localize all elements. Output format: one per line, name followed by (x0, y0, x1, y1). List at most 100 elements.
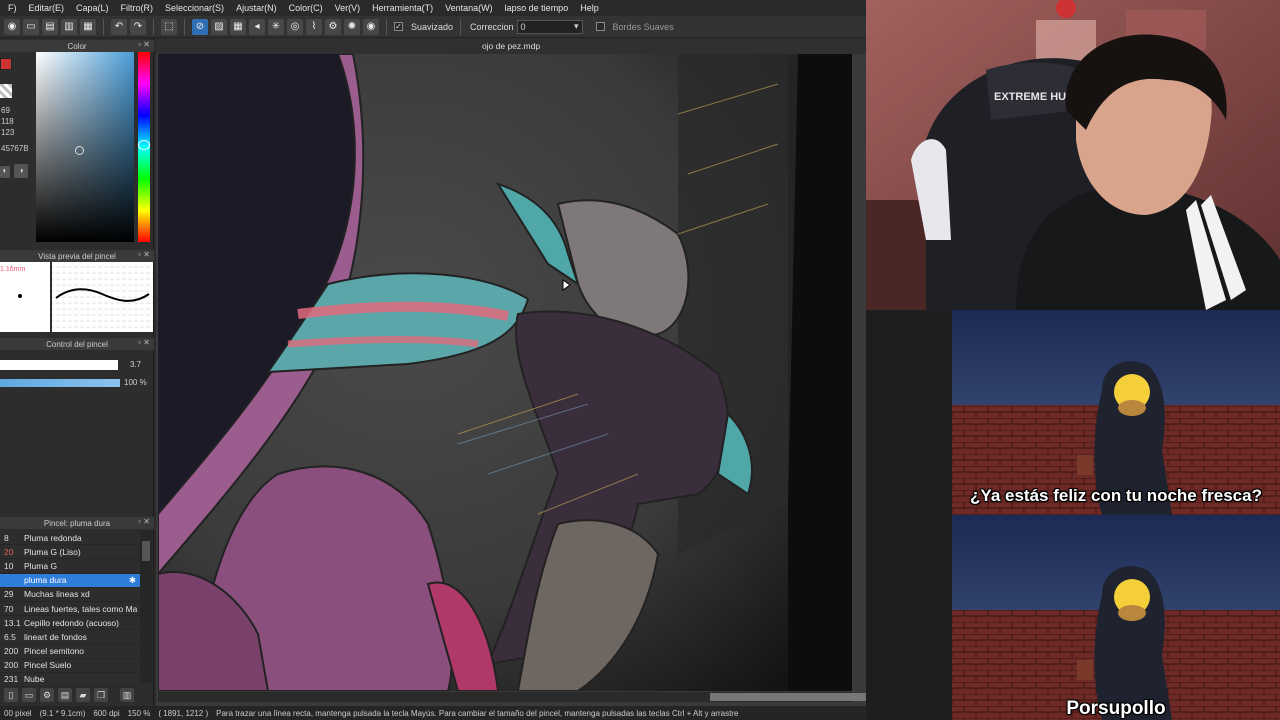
brush-list-title: Pincel: pluma dura (43, 518, 111, 528)
brush-name: Nube (24, 674, 45, 685)
settings-icon[interactable]: ⚙ (40, 688, 54, 702)
curve-snap-icon[interactable]: ⌇ (306, 18, 322, 35)
document-tab[interactable]: ojo de pez.mdp (156, 38, 866, 54)
circle-snap-icon[interactable]: ◎ (287, 18, 303, 35)
menu-timelapse[interactable]: lapso de tiempo (499, 3, 575, 13)
folder-icon[interactable]: ▭ (22, 688, 36, 702)
gear-snap-icon[interactable]: ⚙ (325, 18, 341, 35)
suavizado-checkbox[interactable]: ✓ (394, 22, 403, 31)
divider (386, 18, 387, 35)
menu-layer[interactable]: Capa(L) (70, 3, 115, 13)
brush-stroke-preview (52, 262, 153, 332)
correccion-dropdown[interactable]: 0 ▾ (516, 19, 583, 34)
brush-name: Cepillo redondo (acuoso) (24, 617, 119, 628)
brush-list-item[interactable]: 10 Pluma G (0, 559, 140, 574)
blue-value: 123 (1, 128, 15, 137)
brush-name: Pincel semitono (24, 646, 85, 657)
radial-snap-icon[interactable]: ✳ (268, 18, 284, 35)
black-strip (866, 310, 952, 720)
brush-preview-title: Vista previa del pincel (38, 251, 116, 261)
brush-size-number: 10 (4, 560, 14, 571)
redo-icon[interactable]: ↷ (130, 18, 146, 35)
brush-preview-header: Vista previa del pincel ▫ ✕ (0, 250, 154, 262)
brush-name: pluma dura (24, 575, 67, 586)
select-icon[interactable]: ⬚ (161, 18, 177, 35)
menu-adjust[interactable]: Ajustar(N) (230, 3, 283, 13)
brush-list-item[interactable]: 200 Pincel Suelo (0, 659, 140, 673)
brush-list-item[interactable]: 13.1 Cepillo redondo (acuoso) (0, 616, 140, 631)
brush-size-number: 200 (4, 660, 19, 671)
menu-help[interactable]: Help (574, 3, 605, 13)
brush-list-item[interactable]: 20 Pluma G (Liso) (0, 545, 140, 560)
status-dpi: 600 dpi (93, 708, 120, 718)
layers-icon[interactable]: ▥ (61, 18, 77, 35)
brush-name: Pincel Suelo (24, 660, 72, 671)
scrollbar-thumb[interactable] (710, 693, 876, 701)
brush-list-header: Pincel: pluma dura ▫ ✕ (0, 517, 154, 529)
close-icon[interactable]: ▫ ✕ (138, 517, 150, 526)
page-icon[interactable]: ▤ (58, 688, 72, 702)
brush-dot (18, 294, 22, 298)
canvas-horizontal-scrollbar[interactable] (158, 692, 876, 702)
settings-snap-icon[interactable]: ✺ (344, 18, 360, 35)
palette-icon[interactable]: ◐ (0, 166, 10, 178)
brush-size-number: 29 (4, 589, 14, 600)
foreground-swatch[interactable] (0, 58, 12, 70)
brush-size-slider[interactable] (0, 360, 118, 370)
brush-size-number: 200 (4, 646, 19, 657)
brush-size-number: 13.1 (4, 617, 21, 628)
speech-bubble-icon[interactable]: ◉ (4, 18, 20, 35)
brush-list-item[interactable]: 29 Muchas lineas xd (0, 588, 140, 602)
color-picker-handle[interactable] (75, 146, 84, 155)
target-snap-icon[interactable]: ◉ (363, 18, 379, 35)
comment-icon[interactable]: ▭ (23, 18, 39, 35)
brush-opacity-value: 100 % (124, 378, 147, 387)
close-icon[interactable]: ▫ ✕ (138, 40, 150, 49)
menu-file[interactable]: F) (2, 3, 23, 13)
brush-list-item[interactable]: 6.5 lineart de fondos (0, 630, 140, 645)
bordes-label: Bordes Suaves (612, 21, 674, 32)
menu-filter[interactable]: Filtro(R) (115, 3, 160, 13)
drawing-canvas[interactable] (158, 54, 852, 691)
brush-list-scrollbar[interactable] (140, 531, 152, 683)
menu-edit[interactable]: Editar(E) (23, 3, 71, 13)
copy-icon[interactable]: ❐ (94, 688, 108, 702)
palette-add-icon[interactable]: ◑ (14, 164, 28, 178)
new-brush-icon[interactable]: ▯ (4, 688, 18, 702)
page-icon[interactable]: ▤ (42, 18, 58, 35)
red-value: 69 (1, 106, 10, 115)
color-saturation-square[interactable] (36, 52, 134, 242)
close-icon[interactable]: ▫ ✕ (138, 250, 150, 259)
brush-list-item[interactable]: 70 Lineas fuertes, tales como Ma (0, 602, 140, 617)
brush-opacity-slider[interactable] (0, 379, 120, 387)
transparent-swatch[interactable] (0, 84, 12, 98)
toolbar: ◉ ▭ ▤ ▥ ▦ ↶ ↷ ⬚ ⊘ ▨ ▦ ◂ ✳ ◎ ⌇ ⚙ ✺ ◉ ✓ Su… (0, 16, 866, 38)
parallel-snap-icon[interactable]: ▨ (211, 18, 227, 35)
close-icon[interactable]: ▫ ✕ (138, 338, 150, 347)
meme-image (952, 310, 1280, 720)
bordes-checkbox[interactable] (595, 22, 605, 31)
menu-tool[interactable]: Herramienta(T) (366, 3, 439, 13)
grid-icon[interactable]: ▦ (80, 18, 96, 35)
brush-list-item[interactable]: pluma dura ✱ (0, 573, 140, 588)
trash-icon[interactable]: ▥ (120, 688, 134, 702)
menu-select[interactable]: Seleccionar(S) (159, 3, 230, 13)
hue-handle[interactable] (138, 140, 150, 150)
folder-open-icon[interactable]: ▰ (76, 688, 90, 702)
brush-list-item[interactable]: 200 Pincel semitono (0, 645, 140, 659)
undo-icon[interactable]: ↶ (111, 18, 127, 35)
scrollbar-thumb[interactable] (142, 541, 150, 561)
menu-window[interactable]: Ventana(W) (439, 3, 499, 13)
menu-color[interactable]: Color(C) (283, 3, 329, 13)
brush-list-item[interactable]: 8 Pluma redonda (0, 531, 140, 546)
brush-size-number: 70 (4, 603, 14, 614)
no-snap-icon[interactable]: ⊘ (192, 18, 208, 35)
menu-view[interactable]: Ver(V) (329, 3, 367, 13)
brush-settings-icon[interactable]: ✱ (129, 575, 140, 586)
status-hint: Para trazar una línea recta, mantenga pu… (216, 708, 739, 718)
grid-snap-icon[interactable]: ▦ (230, 18, 246, 35)
status-coords: ( 1891, 1212 ) (158, 708, 209, 718)
brush-size-number: 6.5 (4, 631, 16, 642)
brush-size-number: 231 (4, 674, 19, 685)
perspective-snap-icon[interactable]: ◂ (249, 18, 265, 35)
